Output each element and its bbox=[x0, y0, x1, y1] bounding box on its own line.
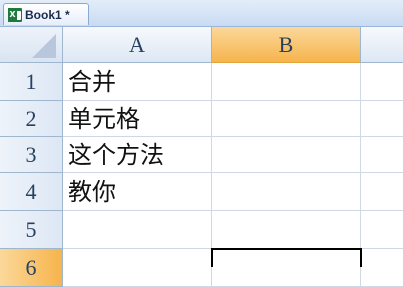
cell-a5[interactable] bbox=[63, 211, 212, 249]
cell-b1[interactable] bbox=[212, 63, 361, 101]
cell-a3[interactable]: 这个方法 bbox=[63, 137, 212, 173]
workbook-tab[interactable]: Book1 * bbox=[3, 3, 89, 25]
cell-b3[interactable] bbox=[212, 137, 361, 173]
cell-b5[interactable] bbox=[212, 211, 361, 249]
cell-a4[interactable]: 教你 bbox=[63, 173, 212, 211]
row-header-5[interactable]: 5 bbox=[0, 211, 63, 249]
row-header-6[interactable]: 6 bbox=[0, 249, 63, 287]
cell-c6[interactable] bbox=[361, 249, 403, 287]
row-header-2[interactable]: 2 bbox=[0, 101, 63, 137]
row-header-1[interactable]: 1 bbox=[0, 63, 63, 101]
cell-a1[interactable]: 合并 bbox=[63, 63, 212, 101]
select-all-triangle-icon bbox=[32, 34, 56, 58]
cell-a2[interactable]: 单元格 bbox=[63, 101, 212, 137]
cell-c3[interactable] bbox=[361, 137, 403, 173]
column-header-c[interactable] bbox=[361, 27, 403, 63]
cell-c2[interactable] bbox=[361, 101, 403, 137]
row-header-4[interactable]: 4 bbox=[0, 173, 63, 211]
cell-c5[interactable] bbox=[361, 211, 403, 249]
select-all-corner[interactable] bbox=[0, 27, 63, 63]
cell-b2[interactable] bbox=[212, 101, 361, 137]
cell-b4[interactable] bbox=[212, 173, 361, 211]
worksheet-grid[interactable]: A B 1 2 3 4 5 6 合并 单元格 这个方法 教你 bbox=[0, 27, 403, 287]
excel-workbook-icon bbox=[8, 7, 22, 22]
workbook-tab-bar: Book1 * bbox=[0, 0, 403, 27]
cell-b6[interactable] bbox=[212, 249, 361, 287]
row-header-3[interactable]: 3 bbox=[0, 137, 63, 173]
workbook-tab-label: Book1 * bbox=[25, 7, 70, 22]
cell-c1[interactable] bbox=[361, 63, 403, 101]
column-header-a[interactable]: A bbox=[63, 27, 212, 63]
cell-a6[interactable] bbox=[63, 249, 212, 287]
cell-c4[interactable] bbox=[361, 173, 403, 211]
column-header-b[interactable]: B bbox=[212, 27, 361, 63]
